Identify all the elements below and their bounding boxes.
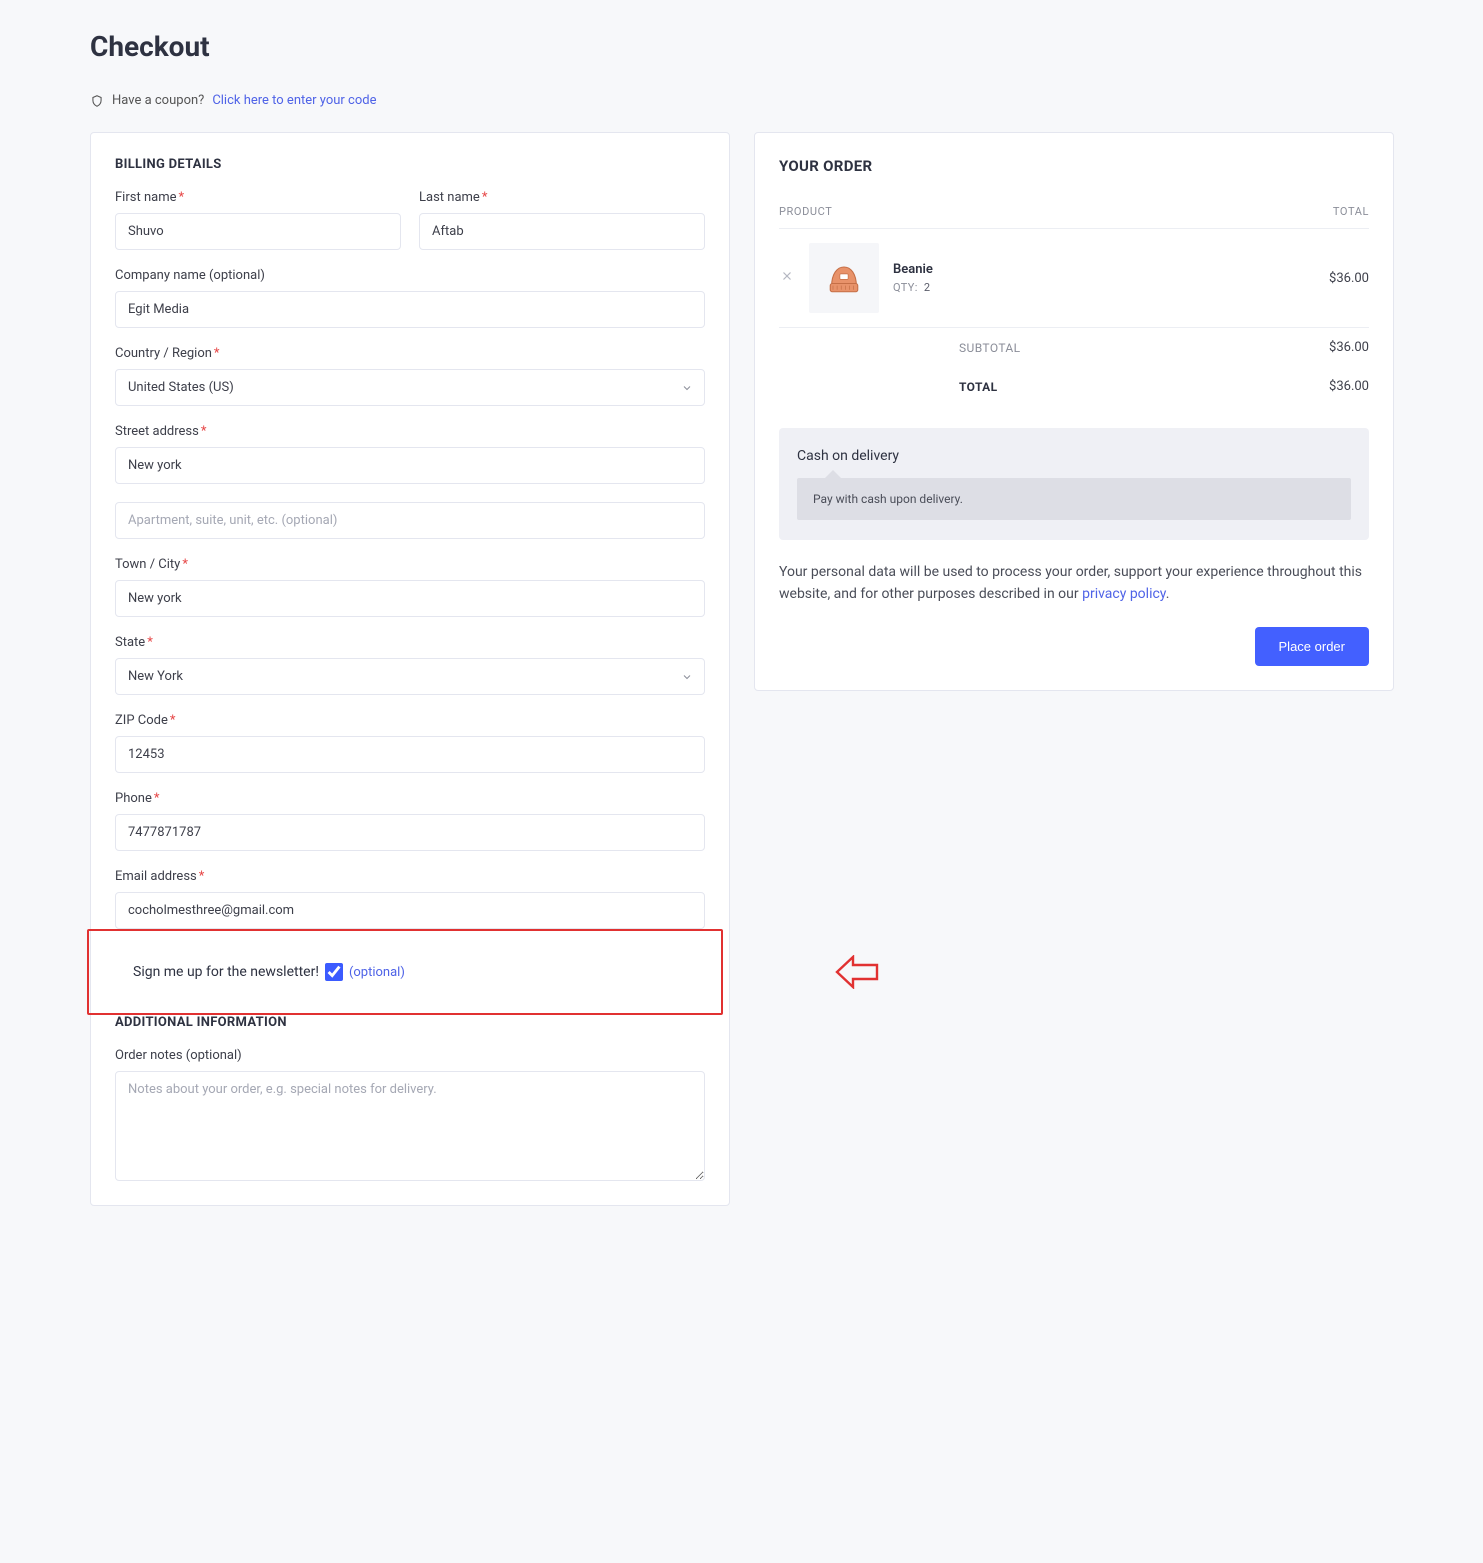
coupon-prompt: Have a coupon? — [112, 93, 204, 108]
product-col-label: PRODUCT — [779, 205, 832, 218]
city-input[interactable] — [115, 580, 705, 617]
first-name-label: First name* — [115, 190, 401, 205]
phone-label: Phone* — [115, 791, 705, 806]
additional-heading: ADDITIONAL INFORMATION — [115, 1015, 705, 1030]
email-input[interactable] — [115, 892, 705, 929]
company-input[interactable] — [115, 291, 705, 328]
coupon-banner: Have a coupon? Click here to enter your … — [90, 93, 1393, 108]
street2-input[interactable] — [115, 502, 705, 539]
zip-label: ZIP Code* — [115, 713, 705, 728]
product-price: $36.00 — [1329, 271, 1369, 286]
phone-input[interactable] — [115, 814, 705, 851]
state-label: State* — [115, 635, 705, 650]
beanie-icon — [822, 256, 866, 300]
shield-icon — [90, 94, 104, 108]
order-item-row: Beanie QTY:2 $36.00 — [779, 229, 1369, 328]
your-order-heading: YOUR ORDER — [779, 157, 1369, 175]
state-select[interactable]: New York — [115, 658, 705, 695]
subtotal-value: $36.00 — [1329, 340, 1369, 355]
page-title: Checkout — [90, 30, 1393, 63]
last-name-input[interactable] — [419, 213, 705, 250]
product-name: Beanie — [893, 262, 933, 277]
payment-method-desc: Pay with cash upon delivery. — [797, 478, 1351, 520]
annotation-highlight: Sign me up for the newsletter! (optional… — [87, 929, 723, 1015]
first-name-input[interactable] — [115, 213, 401, 250]
subtotal-label: SUBTOTAL — [779, 341, 1329, 355]
email-label: Email address* — [115, 869, 705, 884]
total-value: $36.00 — [1329, 379, 1369, 394]
product-qty: QTY:2 — [893, 281, 933, 294]
country-label: Country / Region* — [115, 346, 705, 361]
zip-input[interactable] — [115, 736, 705, 773]
total-col-label: TOTAL — [1333, 205, 1369, 218]
newsletter-checkbox[interactable] — [325, 963, 343, 981]
order-notes-input[interactable] — [115, 1071, 705, 1181]
newsletter-label: Sign me up for the newsletter! — [133, 964, 319, 980]
newsletter-optional: (optional) — [349, 965, 405, 980]
order-card: YOUR ORDER PRODUCT TOTAL — [754, 132, 1394, 691]
country-select[interactable]: United States (US) — [115, 369, 705, 406]
payment-method-box: Cash on delivery Pay with cash upon deli… — [779, 428, 1369, 540]
city-label: Town / City* — [115, 557, 705, 572]
order-notes-label: Order notes (optional) — [115, 1048, 705, 1063]
billing-heading: BILLING DETAILS — [115, 157, 705, 172]
coupon-link[interactable]: Click here to enter your code — [212, 93, 376, 108]
place-order-button[interactable]: Place order — [1255, 627, 1369, 666]
payment-method-title: Cash on delivery — [797, 448, 1351, 464]
last-name-label: Last name* — [419, 190, 705, 205]
privacy-policy-link[interactable]: privacy policy — [1082, 586, 1166, 602]
product-thumbnail — [809, 243, 879, 313]
privacy-text: Your personal data will be used to proce… — [779, 562, 1369, 605]
street-input[interactable] — [115, 447, 705, 484]
annotation-arrow-icon — [835, 955, 879, 989]
billing-card: BILLING DETAILS First name* Last name* C… — [90, 132, 730, 1206]
company-label: Company name (optional) — [115, 268, 705, 283]
remove-item-button[interactable] — [779, 270, 795, 286]
order-header-row: PRODUCT TOTAL — [779, 205, 1369, 229]
close-icon — [781, 270, 793, 282]
total-label: TOTAL — [779, 380, 1329, 394]
street-label: Street address* — [115, 424, 705, 439]
